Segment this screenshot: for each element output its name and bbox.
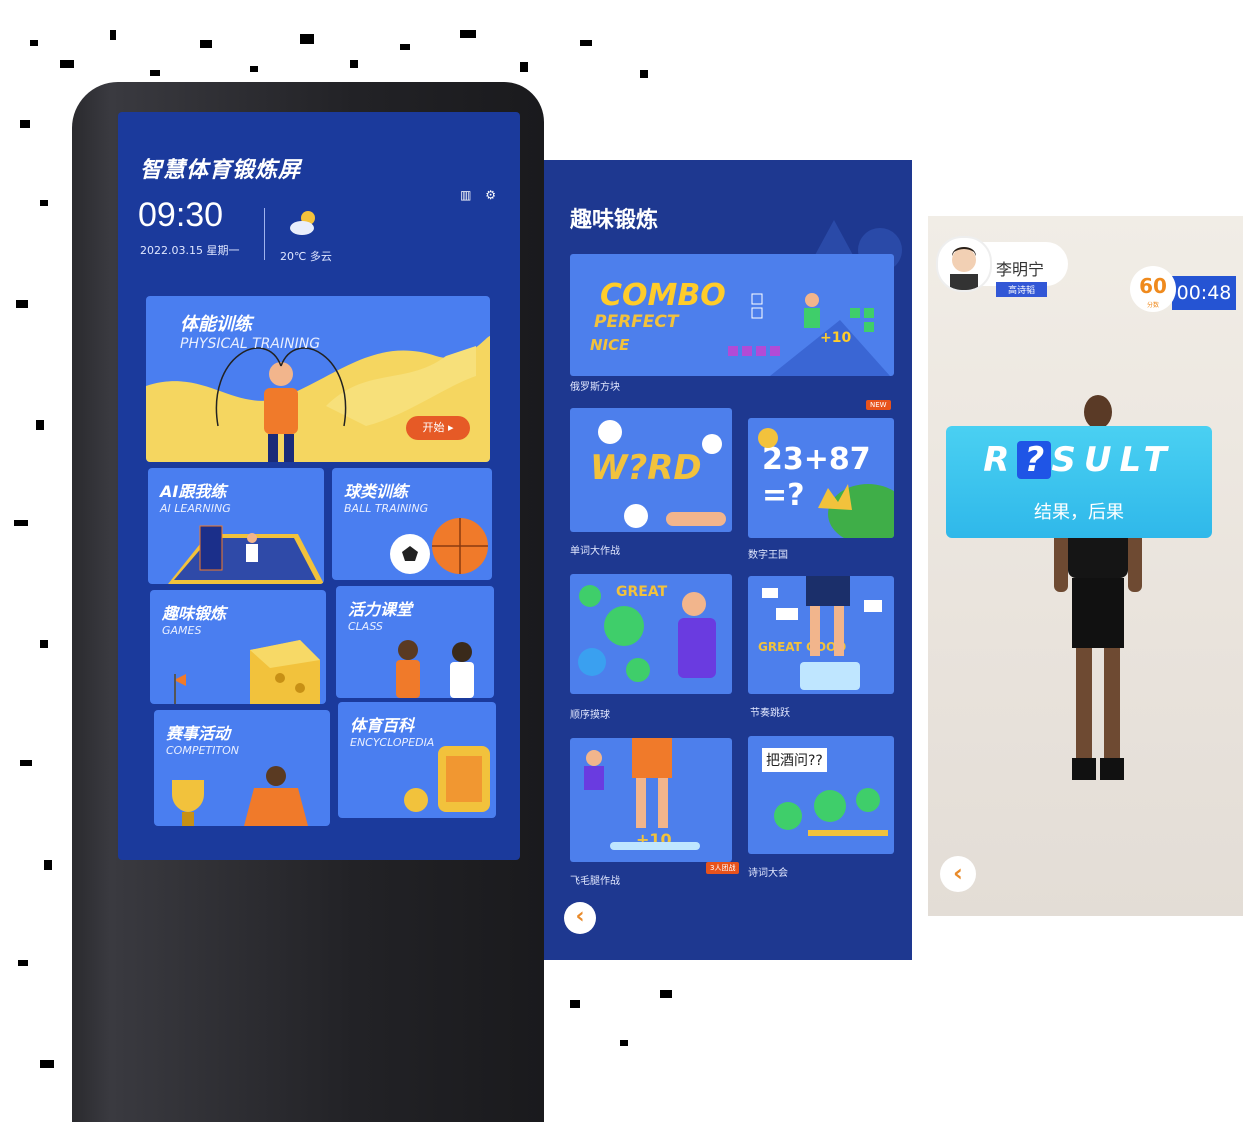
dice-illustration [174,640,320,704]
ai-court-illustration [168,525,324,584]
card-title: 趣味锻炼 [162,604,227,623]
stats-icon[interactable]: ▥ [460,188,471,202]
chevron-left-icon: ‹ [953,859,963,887]
user-name: 李明宁 [996,260,1045,279]
ball-sequence-illustration [578,585,716,682]
number-illustration [758,428,894,538]
divider [264,208,265,260]
game-word-battle[interactable]: W?RD [570,408,732,532]
game-label: 单词大作战 [570,546,620,557]
word-right: SULT [1051,440,1175,480]
perfect-text: PERFECT [594,312,679,332]
clock-time: 09:30 [138,196,224,234]
new-badge: NEW [866,400,891,410]
avatar [936,236,992,292]
card-class[interactable]: 活力课堂 CLASS [336,586,494,698]
hidden-letter: ? [1017,441,1052,479]
tetris-illustration [728,293,890,376]
settings-icon[interactable]: ⚙ [485,188,496,202]
card-games[interactable]: 趣味锻炼 GAMES [150,590,326,704]
word-left: R [983,440,1018,480]
game-number-kingdom[interactable]: 23+87 =? [748,418,894,538]
score-badge: 60 分数 [1130,266,1176,312]
card-title: 赛事活动 [166,724,231,743]
game-label: 俄罗斯方块 [570,382,620,393]
card-title: 球类训练 [344,482,409,501]
card-encyclopedia[interactable]: 体育百科 ENCYCLOPEDIA [338,702,496,818]
user-tag: 高诗韬 [996,282,1048,297]
game-label: 飞毛腿作战 [570,876,620,887]
card-competition[interactable]: 赛事活动 COMPETITON [154,710,330,826]
game-label: 数字王国 [748,550,788,561]
result-word-banner: R? SULT 结果，后果 [946,426,1212,538]
chevron-left-icon: ‹ [575,904,585,929]
poetry-illustration [774,788,888,836]
legs-illustration [584,738,700,850]
team-badge: 3人团战 [706,862,740,874]
word-meaning: 结果，后果 [1034,502,1124,523]
students-illustration [396,640,474,698]
card-ai-learning[interactable]: AI跟我练 AI LEARNING [148,468,324,584]
game-label: 顺序摸球 [570,710,610,721]
hero-title: 体能训练 [180,314,252,335]
card-physical-training[interactable]: 体能训练 PHYSICAL TRAINING 开始 ▸ [146,296,490,462]
balls-illustration [390,518,488,574]
score-unit: 分数 [1146,302,1159,309]
game-tetris[interactable]: COMBO PERFECT NICE +10 [570,254,894,376]
kiosk-screen: 智慧体育锻炼屏 ▥ ⚙ 09:30 2022.03.15 星期一 20℃ 多云 … [118,112,520,860]
back-button[interactable]: ‹ [564,902,596,934]
game-poetry[interactable]: 把酒问?? [748,736,894,854]
hero-subtitle: PHYSICAL TRAINING [180,336,321,352]
cloudy-icon [290,211,315,235]
nice-text: NICE [590,336,630,354]
word-illustration [598,420,726,528]
card-title: 体育百科 [350,716,415,735]
start-button[interactable]: 开始 ▸ [406,416,470,440]
result-panel: 李明宁 高诗韬 00:48 60 分数 R? SULT 结果，后果 ‹ [928,216,1243,916]
bonus-text: +10 [820,330,852,346]
clock-date: 2022.03.15 星期一 [140,244,240,257]
card-subtitle: AI LEARNING [160,502,231,515]
game-rhythm-jump[interactable]: GREAT GOOD [748,576,894,694]
card-title: 活力课堂 [348,600,413,619]
result-word: R? SULT [946,440,1212,480]
game-label: 节奏跳跃 [750,708,790,719]
combo-text: COMBO [600,278,726,313]
weather-text: 20℃ 多云 [280,250,332,263]
game-flying-legs[interactable]: +10 [570,738,732,862]
calculator-illustration [404,746,490,812]
card-ball-training[interactable]: 球类训练 BALL TRAINING [332,468,492,580]
trophy-illustration [172,766,308,826]
card-title: AI跟我练 [160,482,227,501]
jump-illustration [762,576,882,690]
kiosk-title: 智慧体育锻炼屏 [140,158,302,183]
games-panel: 趣味锻炼 COMBO PERFECT NICE +10 俄罗斯方块 NEW W?… [544,160,912,960]
back-button[interactable]: ‹ [940,856,976,892]
game-label: 诗词大会 [748,868,788,879]
timer: 00:48 [1172,276,1236,310]
games-title: 趣味锻炼 [570,208,659,233]
game-sequence-ball[interactable]: GREAT [570,574,732,694]
